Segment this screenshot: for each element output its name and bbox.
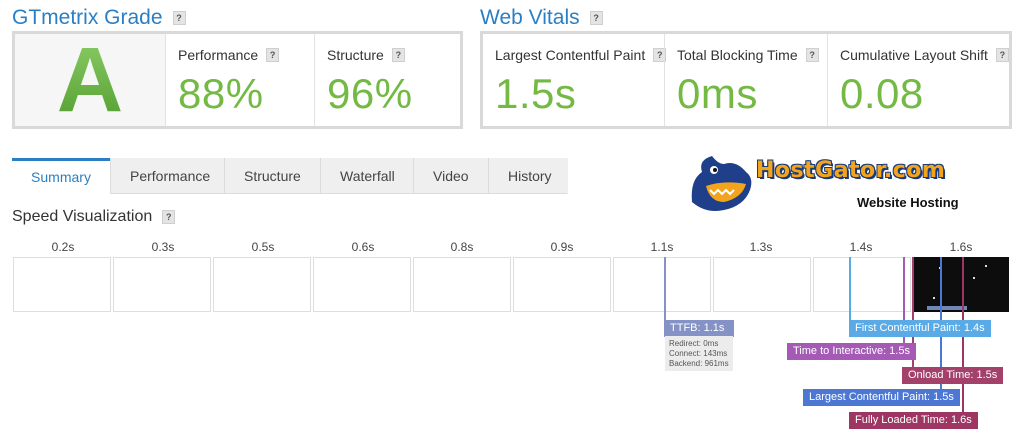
lcp-cell: Largest Contentful Paint ? 1.5s (483, 34, 667, 126)
filmstrip-frame[interactable] (313, 257, 411, 312)
help-icon[interactable]: ? (589, 11, 603, 25)
timeline-tick: 1.1s (650, 240, 674, 254)
ttfb-backend: Backend: 961ms (669, 359, 729, 368)
tab-structure[interactable]: Structure (224, 158, 320, 194)
ttfb-line (664, 257, 666, 321)
hostgator-tagline: Website Hosting (857, 195, 959, 210)
cls-value: 0.08 (840, 70, 924, 117)
tbt-label-row: Total Blocking Time ? (677, 47, 819, 63)
filmstrip-frame[interactable] (113, 257, 211, 312)
tti-marker: Time to Interactive: 1.5s (787, 343, 916, 360)
tab-waterfall[interactable]: Waterfall (320, 158, 413, 194)
gtmetrix-grade-heading: GTmetrix Grade ? (12, 6, 186, 30)
structure-cell: Structure ? 96% (314, 34, 460, 126)
tab-history[interactable]: History (488, 158, 568, 194)
tab-performance[interactable]: Performance (110, 158, 224, 194)
grade-cell: A (15, 29, 165, 131)
hostgator-logo-text: HostGator.com (756, 158, 946, 183)
web-vitals-title: Web Vitals (480, 6, 580, 29)
timeline-tick: 0.9s (550, 240, 574, 254)
tbt-label: Total Blocking Time (677, 47, 798, 63)
filmstrip-frame[interactable] (513, 257, 611, 312)
onload-marker: Onload Time: 1.5s (902, 367, 1004, 384)
performance-label: Performance (178, 47, 259, 63)
help-icon[interactable]: ? (995, 48, 1009, 62)
lcp-marker: Largest Contentful Paint: 1.5s (803, 389, 960, 406)
help-icon[interactable]: ? (266, 48, 280, 62)
filmstrip-frame[interactable] (13, 257, 111, 312)
ttfb-connect: Connect: 143ms (669, 349, 728, 358)
filmstrip-frame[interactable] (713, 257, 811, 312)
tab-summary[interactable]: Summary (12, 158, 110, 194)
ttfb-details: Redirect: 0ms Connect: 143ms Backend: 96… (665, 336, 733, 371)
speed-visualization-title: Speed Visualization (12, 208, 153, 225)
speed-visualization-heading: Speed Visualization ? (12, 208, 176, 226)
performance-value: 88% (178, 70, 264, 117)
fully-loaded-marker: Fully Loaded Time: 1.6s (849, 412, 978, 429)
tbt-cell: Total Blocking Time ? 0ms (664, 34, 827, 126)
gtmetrix-grade-title: GTmetrix Grade (12, 6, 163, 29)
help-icon[interactable]: ? (162, 210, 176, 224)
tbt-value: 0ms (677, 70, 758, 117)
web-vitals-heading: Web Vitals ? (480, 6, 603, 30)
structure-label-row: Structure ? (327, 47, 405, 63)
report-tabs: Summary Performance Structure Waterfall … (12, 158, 568, 194)
fcp-marker: First Contentful Paint: 1.4s (849, 320, 991, 337)
cls-label-row: Cumulative Layout Shift ? (840, 47, 1009, 63)
timeline-tick: 0.3s (151, 240, 175, 254)
fcp-line (849, 257, 851, 321)
lcp-label: Largest Contentful Paint (495, 47, 646, 63)
structure-label: Structure (327, 47, 384, 63)
lcp-value: 1.5s (495, 70, 577, 117)
performance-cell: Performance ? 88% (165, 34, 314, 126)
cls-cell: Cumulative Layout Shift ? 0.08 (827, 34, 1009, 126)
timeline-tick: 0.8s (450, 240, 474, 254)
filmstrip-frame[interactable] (613, 257, 711, 312)
screenshot-detail (985, 265, 987, 267)
tab-video[interactable]: Video (413, 158, 488, 194)
ttfb-redirect: Redirect: 0ms (669, 339, 719, 348)
filmstrip-frame[interactable] (213, 257, 311, 312)
help-icon[interactable]: ? (805, 48, 819, 62)
filmstrip-frame[interactable] (413, 257, 511, 312)
timeline-tick: 0.5s (251, 240, 275, 254)
ttfb-marker: TTFB: 1.1s (664, 320, 734, 337)
structure-value: 96% (327, 70, 413, 117)
filmstrip-frame[interactable] (813, 257, 911, 312)
timeline-tick: 1.3s (749, 240, 773, 254)
timeline-tick: 1.6s (949, 240, 973, 254)
grade-letter: A (56, 28, 124, 131)
screenshot-detail (927, 306, 967, 310)
timeline-tick: 0.6s (351, 240, 375, 254)
performance-label-row: Performance ? (178, 47, 280, 63)
cls-label: Cumulative Layout Shift (840, 47, 988, 63)
gtmetrix-grade-card: A Performance ? 88% Structure ? 96% (12, 29, 463, 131)
web-vitals-card: Largest Contentful Paint ? 1.5s Total Bl… (480, 31, 1012, 129)
screenshot-detail (973, 277, 975, 279)
timeline-tick: 1.4s (849, 240, 873, 254)
screenshot-detail (933, 297, 935, 299)
tabs-divider (110, 193, 567, 194)
timeline-tick: 0.2s (51, 240, 75, 254)
help-icon[interactable]: ? (391, 48, 405, 62)
help-icon[interactable]: ? (172, 11, 186, 25)
lcp-label-row: Largest Contentful Paint ? (495, 47, 667, 63)
filmstrip-frame-screenshot[interactable] (913, 257, 1009, 312)
